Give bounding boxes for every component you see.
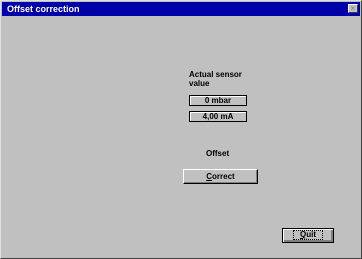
quit-button-focus: Quit xyxy=(292,230,323,240)
actual-sensor-value-label-line1: Actual sensor xyxy=(189,70,242,79)
correct-button[interactable]: Correct xyxy=(183,169,258,184)
current-value-display: 4,00 mA xyxy=(189,111,247,122)
offset-label: Offset xyxy=(206,149,230,158)
close-icon[interactable]: × xyxy=(348,4,358,13)
title-bar[interactable]: Offset correction × xyxy=(2,2,360,16)
correct-button-label-rest: orrect xyxy=(212,172,235,181)
pressure-value-display: 0 mbar xyxy=(189,95,247,106)
window-title: Offset correction xyxy=(7,4,80,14)
quit-button[interactable]: Quit xyxy=(282,228,334,243)
actual-sensor-value-label-line2: value xyxy=(189,79,210,88)
offset-correction-window: Offset correction × Actual sensor value … xyxy=(0,0,362,259)
quit-button-label-rest: uit xyxy=(306,230,316,239)
